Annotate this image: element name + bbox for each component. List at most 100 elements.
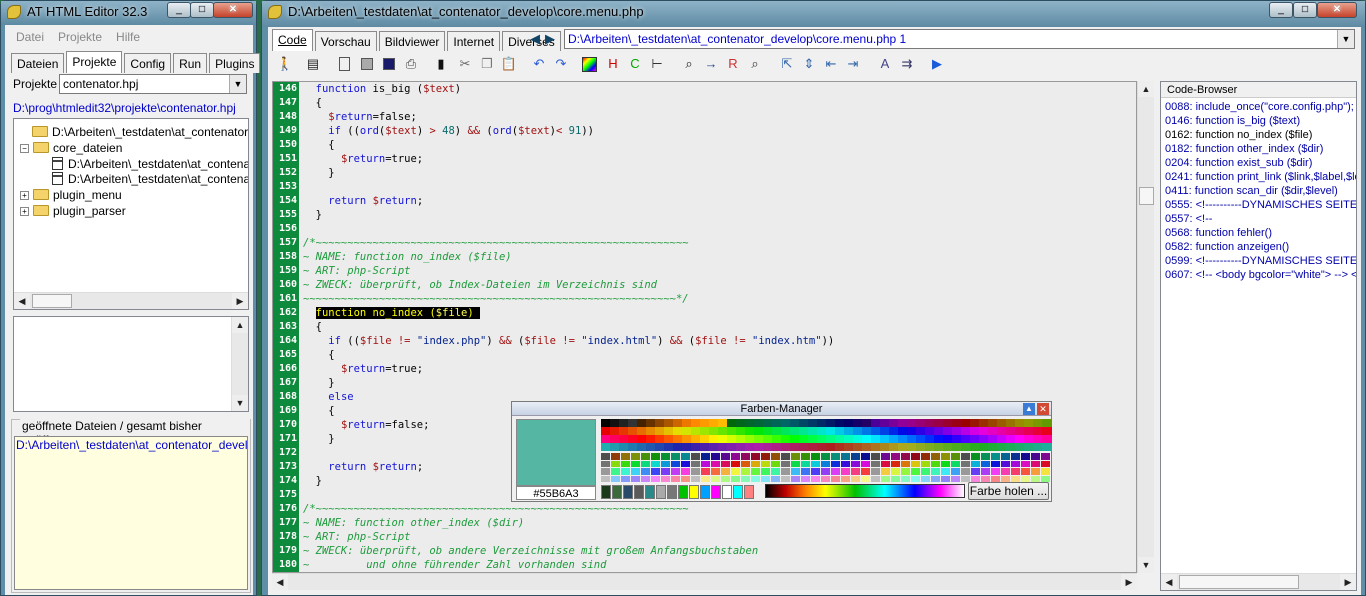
color-swatch[interactable]	[851, 460, 860, 467]
scroll-right-icon[interactable]: ▶	[1121, 574, 1137, 590]
tab-internet[interactable]: Internet	[447, 31, 501, 51]
walk-icon[interactable]: 🚶	[276, 55, 294, 73]
color-swatch[interactable]	[661, 460, 670, 467]
color-swatch[interactable]	[871, 460, 880, 467]
color-swatch[interactable]	[601, 460, 610, 467]
color-swatch[interactable]	[601, 475, 610, 482]
color-swatch[interactable]	[951, 453, 960, 460]
color-swatch[interactable]	[911, 460, 920, 467]
color-swatch[interactable]	[1042, 419, 1052, 427]
tab-bildviewer[interactable]: Bildviewer	[378, 31, 446, 51]
color-swatch[interactable]	[941, 460, 950, 467]
color-swatch[interactable]	[911, 453, 920, 460]
farbe-holen-button[interactable]: Farbe holen ...	[968, 482, 1049, 500]
code-line[interactable]: return $return;	[303, 194, 423, 208]
tab-code[interactable]: Code	[272, 29, 313, 51]
color-swatch[interactable]	[711, 453, 720, 460]
file-select[interactable]: D:\Arbeiten\_testdaten\at_contenator_dev…	[564, 29, 1355, 49]
color-swatch[interactable]	[981, 453, 990, 460]
color-swatch[interactable]	[921, 453, 930, 460]
color-swatch[interactable]	[841, 468, 850, 475]
color-swatch[interactable]	[701, 460, 710, 467]
color-swatch[interactable]	[961, 460, 970, 467]
recent-color-swatch[interactable]	[689, 485, 699, 499]
color-swatch[interactable]	[651, 453, 660, 460]
color-swatch[interactable]	[601, 468, 610, 475]
color-swatch[interactable]	[621, 475, 630, 482]
color-swatch[interactable]	[611, 468, 620, 475]
color-palette[interactable]	[601, 419, 1052, 483]
color-swatch[interactable]	[891, 468, 900, 475]
find-in-files-icon[interactable]: ⌕	[746, 55, 764, 73]
color-swatch[interactable]	[951, 475, 960, 482]
recent-color-swatch[interactable]	[667, 485, 677, 499]
color-swatch[interactable]	[921, 468, 930, 475]
color-swatch[interactable]	[741, 453, 750, 460]
tab-config[interactable]: Config	[124, 53, 172, 73]
calculator-icon[interactable]: ▮	[432, 55, 450, 73]
color-swatch[interactable]	[961, 453, 970, 460]
tree-icon[interactable]: ⊢	[648, 55, 666, 73]
tab-run[interactable]: Run	[173, 53, 208, 73]
code-browser-item[interactable]: 0146: function is_big ($text)	[1165, 114, 1301, 128]
code-browser-item[interactable]: 0204: function exist_sub ($dir)	[1165, 156, 1313, 170]
recent-color-swatch[interactable]	[711, 485, 721, 499]
code-line[interactable]: function no_index ($file)	[303, 306, 481, 320]
color-swatch[interactable]	[821, 468, 830, 475]
color-swatch[interactable]	[1042, 435, 1052, 443]
color-swatch[interactable]	[931, 475, 940, 482]
color-swatch[interactable]	[641, 460, 650, 467]
color-swatch[interactable]	[621, 453, 630, 460]
color-swatch[interactable]	[861, 475, 870, 482]
color-swatch[interactable]	[871, 475, 880, 482]
color-swatch[interactable]	[901, 460, 910, 467]
code-browser-item[interactable]: 0555: <!----------DYNAMISCHES SEITE A	[1165, 198, 1356, 212]
scroll-left-icon[interactable]: ◀	[14, 293, 30, 309]
code-line[interactable]: }	[303, 166, 334, 180]
recent-color-swatch[interactable]	[700, 485, 710, 499]
color-swatch[interactable]	[731, 453, 740, 460]
color-swatch[interactable]	[801, 460, 810, 467]
color-swatch[interactable]	[1001, 460, 1010, 467]
color-swatch[interactable]	[731, 468, 740, 475]
code-line[interactable]: if ((ord($text) > 48) && (ord($text)< 91…	[303, 124, 594, 138]
color-swatch[interactable]	[981, 468, 990, 475]
color-swatch[interactable]	[741, 468, 750, 475]
code-line[interactable]: {	[303, 320, 322, 334]
color-swatch[interactable]	[991, 460, 1000, 467]
html-php-basic-icon[interactable]: H	[604, 55, 622, 73]
color-swatch[interactable]	[701, 475, 710, 482]
code-line[interactable]: if (($file != "index.php") && ($file != …	[303, 334, 834, 348]
code-line[interactable]: ~ ZWECK: überprüft, ob andere Verzeichni…	[303, 544, 758, 558]
code-browser-item[interactable]: 0162: function no_index ($file)	[1165, 128, 1313, 142]
color-swatch[interactable]	[771, 453, 780, 460]
color-swatch[interactable]	[741, 475, 750, 482]
color-swatch[interactable]	[911, 468, 920, 475]
recent-color-swatch[interactable]	[623, 485, 633, 499]
code-line[interactable]: ~ ART: php-Script	[303, 264, 410, 278]
save-icon[interactable]	[383, 58, 395, 70]
code-browser-hscrollbar[interactable]: ◀ ▶	[1161, 573, 1356, 590]
expand-icon[interactable]: −	[20, 144, 29, 153]
scroll-down-icon[interactable]: ▼	[1138, 557, 1154, 573]
paste-icon[interactable]: 📋	[500, 55, 518, 73]
code-browser-item[interactable]: 0411: function scan_dir ($dir,$level)	[1165, 184, 1338, 198]
color-swatch[interactable]	[771, 475, 780, 482]
code-line[interactable]: }	[303, 208, 322, 222]
color-swatch[interactable]	[761, 453, 770, 460]
spectrum-gradient[interactable]	[765, 484, 965, 498]
tab-projekte[interactable]: Projekte	[66, 51, 123, 73]
color-swatch[interactable]	[1042, 427, 1052, 435]
color-swatch[interactable]	[811, 460, 820, 467]
color-swatch[interactable]	[941, 453, 950, 460]
code-line[interactable]: return $return;	[303, 460, 423, 474]
color-swatch[interactable]	[701, 468, 710, 475]
scroll-up-icon[interactable]: ▲	[232, 317, 248, 333]
tree-item[interactable]: + plugin_menu	[20, 187, 122, 203]
recent-color-swatch[interactable]	[601, 485, 611, 499]
color-swatch[interactable]	[671, 460, 680, 467]
cut-icon[interactable]: ✂	[456, 55, 474, 73]
color-swatch[interactable]	[781, 475, 790, 482]
color-swatch[interactable]	[721, 460, 730, 467]
menu-projekte[interactable]: Projekte	[51, 27, 109, 47]
